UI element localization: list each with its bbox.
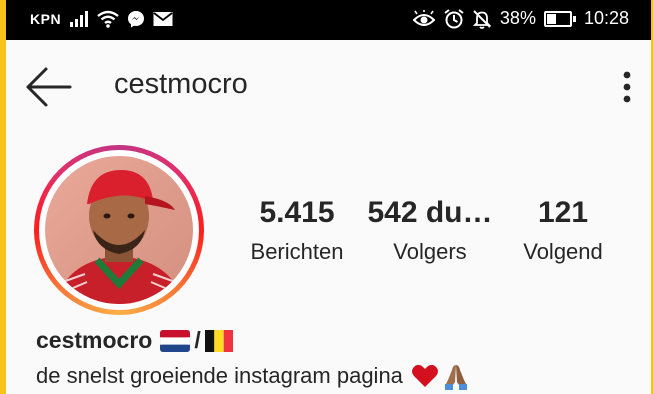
clock: 10:28 [583, 8, 629, 28]
belgium-flag-icon [204, 329, 233, 352]
stat-posts-value: 5.415 [259, 196, 335, 229]
profile-bio: cestmocro / de snelst groeiende instagra… [36, 327, 469, 390]
stat-followers-label: Volgers [393, 239, 467, 264]
wifi-icon [97, 10, 119, 28]
heart-icon [411, 364, 438, 387]
stat-followers-value: 542 du… [367, 196, 493, 229]
mail-icon [153, 12, 173, 26]
flag-separator: / [194, 327, 201, 353]
stat-following-label: Volgend [523, 239, 603, 264]
story-ring[interactable] [34, 145, 204, 315]
status-bar: KPN 38% 10:28 [6, 0, 651, 40]
battery-percent: 38% [499, 8, 536, 28]
alarm-icon [444, 8, 464, 28]
profile-header: cestmocro [6, 40, 651, 136]
stat-following[interactable]: 121 Volgend [512, 196, 614, 266]
signal-icon [70, 11, 89, 27]
bio-line: de snelst groeiende instagram pagina [36, 362, 469, 390]
phone-screen: KPN 38% 10:28 cestmocro 5.415 Berichten … [6, 0, 651, 394]
carrier-label: KPN [30, 11, 62, 27]
status-left: KPN [30, 10, 173, 28]
avatar[interactable] [45, 156, 193, 304]
battery-icon [543, 10, 576, 27]
stat-following-value: 121 [537, 196, 589, 229]
bio-text: de snelst groeiende instagram pagina [36, 363, 403, 388]
more-vertical-icon[interactable] [619, 67, 635, 107]
stat-posts-label: Berichten [250, 239, 344, 264]
praying-hands-icon [444, 365, 467, 390]
netherlands-flag-icon [160, 329, 191, 352]
profile-name: cestmocro / [36, 327, 469, 354]
bell-off-icon [472, 9, 492, 29]
back-arrow-icon[interactable] [24, 64, 72, 110]
profile-name-text: cestmocro [36, 327, 153, 353]
page-title: cestmocro [114, 68, 248, 100]
stat-posts[interactable]: 5.415 Berichten [242, 196, 352, 266]
eye-icon [412, 9, 436, 26]
stat-followers[interactable]: 542 du… Volgers [364, 196, 496, 266]
messenger-icon [128, 11, 145, 28]
status-right: 38% 10:28 [412, 8, 629, 29]
